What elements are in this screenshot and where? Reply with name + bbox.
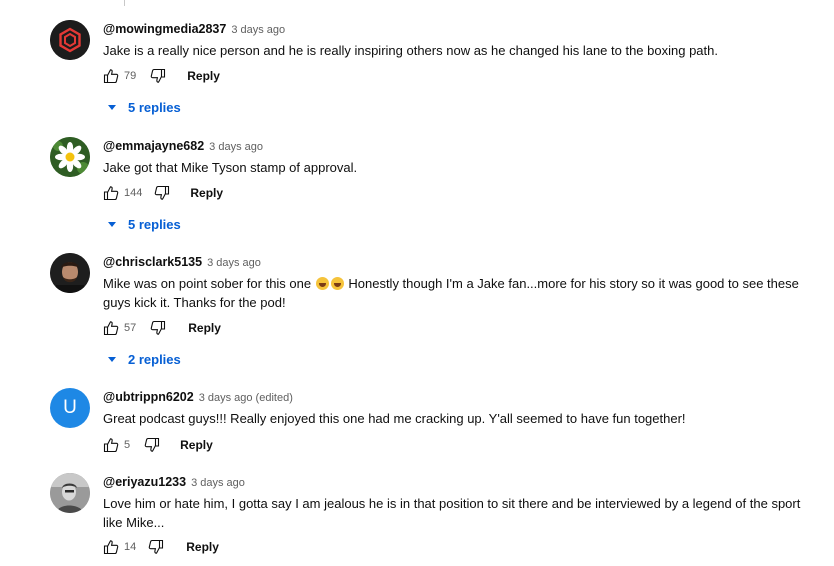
like-count: 14 bbox=[124, 541, 137, 553]
comment-text-part: Mike was on point sober for this one bbox=[103, 276, 312, 291]
like-icon[interactable] bbox=[103, 68, 119, 84]
comment-author[interactable]: @chrisclark5135 bbox=[103, 255, 202, 269]
replies-count: 2 replies bbox=[128, 351, 181, 367]
like-count: 79 bbox=[124, 70, 137, 82]
reply-button[interactable]: Reply bbox=[187, 69, 220, 83]
like-icon[interactable] bbox=[103, 437, 119, 453]
comment-author[interactable]: @emmajayne682 bbox=[103, 139, 204, 153]
replies-count: 5 replies bbox=[128, 99, 181, 115]
dislike-icon[interactable] bbox=[150, 320, 166, 336]
daisy-flower-icon bbox=[50, 137, 90, 177]
dislike-icon[interactable] bbox=[150, 68, 166, 84]
thread-line bbox=[124, 0, 125, 6]
avatar[interactable]: U bbox=[50, 388, 90, 428]
laughing-emoji-icon bbox=[330, 277, 344, 290]
like-icon[interactable] bbox=[103, 320, 119, 336]
comment-timestamp[interactable]: 3 days ago bbox=[191, 477, 245, 489]
avatar[interactable] bbox=[50, 473, 90, 513]
person-photo-gray-icon bbox=[50, 473, 90, 513]
like-count: 5 bbox=[124, 439, 131, 451]
reply-button[interactable]: Reply bbox=[188, 321, 221, 335]
comment-text: Great podcast guys!!! Really enjoyed thi… bbox=[103, 411, 686, 426]
reply-button[interactable]: Reply bbox=[186, 540, 219, 554]
hexagon-logo-icon bbox=[50, 20, 90, 60]
replies-count: 5 replies bbox=[128, 216, 181, 232]
view-replies-button[interactable]: 5 replies bbox=[108, 215, 181, 233]
caret-down-icon bbox=[108, 356, 116, 362]
view-replies-button[interactable]: 2 replies bbox=[108, 350, 181, 368]
view-replies-button[interactable]: 5 replies bbox=[108, 98, 181, 116]
comment-author[interactable]: @eriyazu1233 bbox=[103, 475, 186, 489]
reply-button[interactable]: Reply bbox=[190, 186, 223, 200]
comment-text: Jake got that Mike Tyson stamp of approv… bbox=[103, 160, 358, 175]
like-count: 57 bbox=[124, 322, 137, 334]
comment-timestamp[interactable]: 3 days ago (edited) bbox=[199, 392, 293, 404]
comment-author[interactable]: @mowingmedia2837 bbox=[103, 22, 226, 36]
comment-timestamp[interactable]: 3 days ago bbox=[231, 24, 285, 36]
caret-down-icon bbox=[108, 104, 116, 110]
dislike-icon[interactable] bbox=[144, 437, 160, 453]
comment-text: Love him or hate him, I gotta say I am j… bbox=[103, 496, 801, 530]
comment-text: Jake is a really nice person and he is r… bbox=[103, 43, 718, 58]
avatar[interactable] bbox=[50, 253, 90, 293]
dislike-icon[interactable] bbox=[148, 539, 164, 555]
avatar-letter: U bbox=[63, 397, 77, 418]
comment-author[interactable]: @ubtrippn6202 bbox=[103, 390, 194, 404]
laughing-emoji-icon bbox=[315, 277, 329, 290]
avatar[interactable] bbox=[50, 137, 90, 177]
like-count: 144 bbox=[124, 187, 143, 199]
comment-timestamp[interactable]: 3 days ago bbox=[207, 257, 261, 269]
comment-text: Mike was on point sober for this one Hon… bbox=[103, 274, 823, 312]
reply-button[interactable]: Reply bbox=[180, 438, 213, 452]
person-photo-icon bbox=[50, 253, 90, 293]
like-icon[interactable] bbox=[103, 185, 119, 201]
caret-down-icon bbox=[108, 221, 116, 227]
dislike-icon[interactable] bbox=[154, 185, 170, 201]
like-icon[interactable] bbox=[103, 539, 119, 555]
comment-timestamp[interactable]: 3 days ago bbox=[209, 141, 263, 153]
avatar[interactable] bbox=[50, 20, 90, 60]
